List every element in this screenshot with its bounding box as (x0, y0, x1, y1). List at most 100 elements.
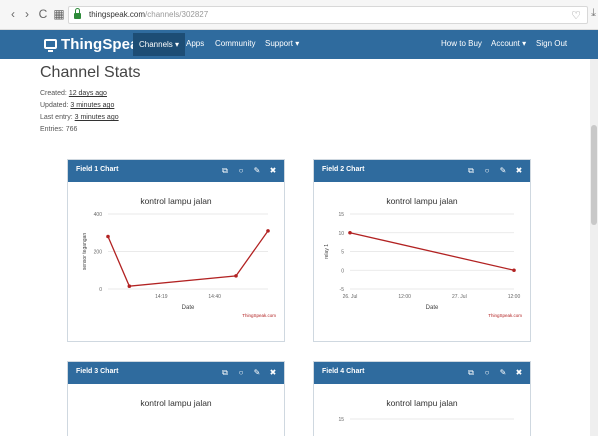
forward-icon[interactable]: › (20, 7, 34, 21)
bookmark-icon[interactable]: ♡ (571, 9, 581, 22)
panel-tools: ⧉ ○ ✎ ✖ (220, 367, 278, 379)
edit-icon[interactable]: ✎ (498, 367, 508, 379)
close-icon[interactable]: ✖ (514, 165, 524, 177)
apps-icon[interactable]: ▦ (52, 7, 66, 21)
back-icon[interactable]: ‹ (6, 7, 20, 21)
close-icon[interactable]: ✖ (268, 367, 278, 379)
stat-label: Created: (40, 90, 67, 97)
stat-value: 12 days ago (68, 90, 107, 97)
panel-title: Field 1 Chart (76, 166, 119, 173)
panel-tools: ⧉ ○ ✎ ✖ (466, 367, 524, 379)
stat-value: 766 (65, 126, 78, 133)
nav-account[interactable]: Account ▾ (491, 39, 526, 48)
y-axis-label: sensor tegangan (82, 233, 88, 270)
address-bar[interactable]: thingspeak.com/channels/302827 ♡ (68, 6, 588, 24)
edit-icon[interactable]: ✎ (252, 165, 262, 177)
nav-support[interactable]: Support ▾ (265, 39, 299, 48)
site-navbar: ThingSpeak ™ Channels ▾ Apps Community S… (0, 30, 598, 59)
panel-tools: ⧉ ○ ✎ ✖ (466, 165, 524, 177)
y-tick-label: 400 (94, 212, 103, 218)
x-tick-label: 12:00 (508, 294, 521, 300)
panel-tools: ⧉ ○ ✎ ✖ (220, 165, 278, 177)
monitor-icon (44, 39, 57, 52)
y-tick-label: 0 (341, 268, 344, 274)
lock-icon (74, 8, 81, 19)
field-2-panel: Field 2 Chart ⧉ ○ ✎ ✖ kontrol lampu jala… (313, 159, 531, 342)
stat-last-entry: Last entry: 3 minutes ago (40, 112, 119, 124)
field-4-chart: kontrol lampu jalan1510 (338, 398, 514, 423)
open-window-icon[interactable]: ⧉ (466, 165, 476, 177)
x-tick-label: 14:19 (155, 294, 168, 300)
y-tick-label: 15 (338, 212, 344, 218)
comment-icon[interactable]: ○ (236, 367, 246, 379)
field-2-chart: kontrol lampu jalan -5 0 5 10 15 26. Jul 12:00 2… (324, 196, 522, 318)
y-tick-label: -5 (340, 287, 345, 293)
nav-channels[interactable]: Channels ▾ (133, 33, 186, 56)
chart-body: kontrol lampu jalan1510 (314, 384, 530, 436)
stat-created: Created: 12 days ago (40, 88, 119, 100)
open-window-icon[interactable]: ⧉ (220, 165, 230, 177)
data-point (266, 229, 270, 233)
edit-icon[interactable]: ✎ (252, 367, 262, 379)
panel-header: Field 4 Chart ⧉ ○ ✎ ✖ (314, 362, 530, 384)
chart-body: kontrol lampu jalan (68, 384, 284, 436)
download-icon[interactable]: ⤓ (591, 7, 596, 20)
data-point (234, 274, 238, 278)
x-tick-label: 12:00 (398, 294, 411, 300)
x-axis-label: Date (182, 305, 195, 311)
url-host: thingspeak.com (89, 10, 146, 19)
nav-sign-out[interactable]: Sign Out (536, 39, 567, 48)
open-window-icon[interactable]: ⧉ (220, 367, 230, 379)
chart-title: kontrol lampu jalan (386, 398, 458, 408)
open-window-icon[interactable]: ⧉ (466, 367, 476, 379)
close-icon[interactable]: ✖ (514, 367, 524, 379)
browser-toolbar: ‹ › C ▦ thingspeak.com/channels/302827 ♡… (0, 0, 598, 30)
chart-body: kontrol lampu jalan -5 0 5 10 15 26. Jul 12:00 2… (314, 182, 530, 341)
chart-credit: ThingSpeak.com (242, 313, 276, 318)
nav-community[interactable]: Community (215, 39, 255, 48)
field-3-panel: Field 3 Chart ⧉ ○ ✎ ✖ kontrol lampu jala… (67, 361, 285, 436)
y-tick-label: 10 (338, 231, 344, 237)
close-icon[interactable]: ✖ (268, 165, 278, 177)
y-tick-label: 15 (338, 417, 344, 423)
page-scrollbar[interactable] (590, 59, 598, 436)
x-axis-label: Date (426, 305, 439, 311)
panel-header: Field 3 Chart ⧉ ○ ✎ ✖ (68, 362, 284, 384)
y-tick-label: 5 (341, 250, 344, 256)
stat-updated: Updated: 3 minutes ago (40, 100, 119, 112)
chart-credit: ThingSpeak.com (488, 313, 522, 318)
stat-label: Last entry: (40, 114, 73, 121)
series-line (107, 230, 269, 287)
data-point (512, 268, 516, 273)
comment-icon[interactable]: ○ (482, 165, 492, 177)
chart-title: kontrol lampu jalan (140, 398, 212, 408)
field-3-chart: kontrol lampu jalan (140, 398, 212, 408)
reload-icon[interactable]: C (36, 7, 50, 21)
panel-header: Field 1 Chart ⧉ ○ ✎ ✖ (68, 160, 284, 182)
url-text: thingspeak.com/channels/302827 (89, 10, 208, 19)
panel-title: Field 3 Chart (76, 368, 119, 375)
panel-header: Field 2 Chart ⧉ ○ ✎ ✖ (314, 160, 530, 182)
comment-icon[interactable]: ○ (482, 367, 492, 379)
data-point (106, 234, 110, 239)
page-title: Channel Stats (40, 64, 141, 81)
edit-icon[interactable]: ✎ (498, 165, 508, 177)
stat-entries: Entries: 766 (40, 124, 119, 136)
stat-value: 3 minutes ago (70, 102, 115, 109)
y-axis-label: relay 1 (324, 244, 330, 259)
panel-title: Field 2 Chart (322, 166, 365, 173)
nav-how-to-buy[interactable]: How to Buy (441, 39, 482, 48)
data-point (348, 230, 352, 235)
x-tick-label: 26. Jul (343, 294, 358, 300)
comment-icon[interactable]: ○ (236, 165, 246, 177)
stat-label: Entries: (40, 126, 64, 133)
scrollbar-thumb[interactable] (591, 125, 597, 225)
x-tick-label: 14:40 (208, 294, 221, 300)
nav-apps[interactable]: Apps (186, 39, 204, 48)
field-4-panel: Field 4 Chart ⧉ ○ ✎ ✖ kontrol lampu jala… (313, 361, 531, 436)
channel-stats: Created: 12 days ago Updated: 3 minutes … (40, 88, 119, 136)
field-1-chart: kontrol lampu jalan 0 200 400 14:19 14:40 Date… (82, 196, 276, 318)
chart-body: kontrol lampu jalan 0 200 400 14:19 14:40 Date… (68, 182, 284, 341)
y-tick-label: 0 (99, 287, 102, 293)
y-tick-label: 200 (94, 250, 103, 256)
